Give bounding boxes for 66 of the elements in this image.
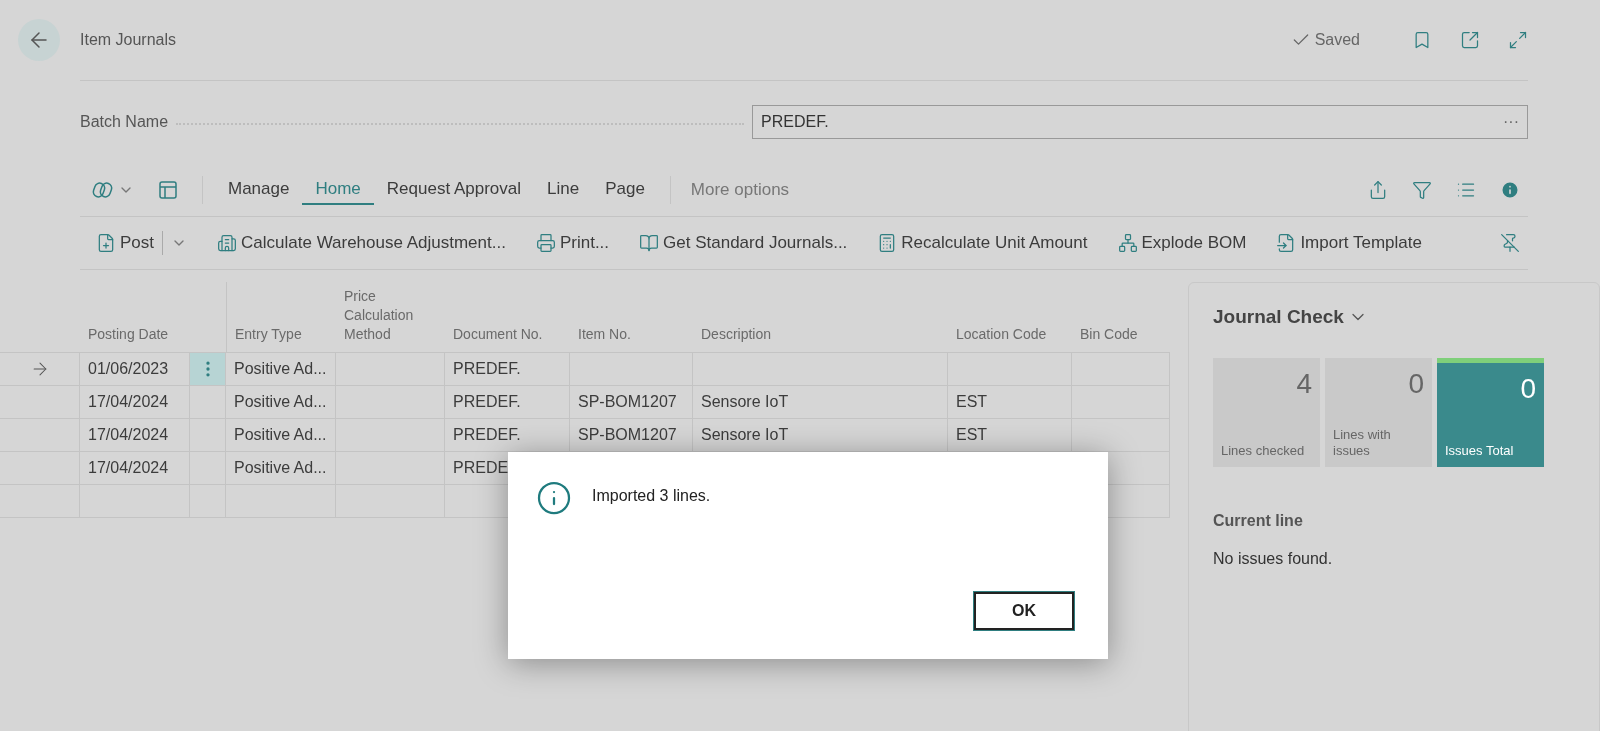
action-button[interactable]: Post (96, 230, 155, 256)
info-icon[interactable] (1500, 179, 1520, 200)
expand-icon[interactable] (1508, 30, 1528, 50)
column-header[interactable]: Posting Date (88, 325, 169, 344)
column-header[interactable]: Description (701, 325, 772, 344)
layout-icon[interactable] (158, 179, 178, 200)
post-icon (96, 233, 116, 253)
action-button[interactable]: Explode BOM (1117, 230, 1247, 256)
batch-name-label: Batch Name (80, 112, 169, 132)
tile-value: 4 (1295, 369, 1312, 398)
tile-label: Issues Total (1445, 442, 1515, 459)
table-cell: Sensore IoT (693, 386, 948, 419)
action-button[interactable]: Print... (535, 230, 610, 256)
back-button[interactable] (18, 19, 60, 61)
action-button[interactable]: Calculate Warehouse Adjustment... (217, 230, 506, 256)
table-cell: Positive Ad... (226, 353, 336, 386)
column-header[interactable]: Location Code (956, 325, 1047, 344)
column-header[interactable]: Price Calculation Method (344, 287, 437, 344)
table-cell: 17/04/2024 (80, 452, 190, 485)
column-header[interactable]: Bin Code (1080, 325, 1138, 344)
warehouse-icon (217, 233, 238, 253)
action-button[interactable]: Get Standard Journals... (639, 230, 848, 256)
ok-button[interactable]: OK (974, 592, 1074, 630)
saved-status: Saved (1314, 30, 1360, 50)
info-icon (536, 480, 572, 516)
table-cell: Positive Ad... (226, 452, 336, 485)
filter-icon[interactable] (1412, 179, 1432, 200)
current-line-title: Current line (1213, 510, 1304, 531)
dialog-message: Imported 3 lines. (592, 486, 711, 506)
copilot-icon[interactable] (92, 179, 114, 200)
column-header[interactable]: Document No. (453, 325, 543, 344)
nav-tab[interactable]: Line (534, 174, 593, 205)
table-cell: EST (948, 386, 1072, 419)
explode-icon (1117, 233, 1138, 253)
stat-tile[interactable]: 0 Lines with issues (1325, 357, 1432, 467)
row-menu-cell[interactable] (190, 386, 226, 419)
table-cell: PREDEF. (445, 353, 570, 386)
table-cell: 17/04/2024 (80, 419, 190, 452)
tile-label: Lines checked (1221, 442, 1306, 459)
batch-name-field[interactable]: PREDEF. ··· (752, 105, 1528, 139)
open-new-window-icon[interactable] (1460, 30, 1480, 50)
nav-tab[interactable]: Request Approval (373, 174, 534, 205)
table-cell: Positive Ad... (226, 386, 336, 419)
row-menu-cell[interactable] (190, 353, 226, 386)
table-cell: SP-BOM1207 (570, 386, 693, 419)
table-cell: Positive Ad... (226, 419, 336, 452)
share-icon[interactable] (1368, 179, 1388, 200)
table-cell: PREDEF. (445, 386, 570, 419)
print-icon (535, 233, 556, 253)
column-header[interactable]: Item No. (578, 325, 631, 344)
unpin-icon[interactable] (1500, 233, 1520, 253)
table-cell: 17/04/2024 (80, 386, 190, 419)
stat-tile[interactable]: 0 Issues Total (1437, 357, 1544, 467)
nav-tab[interactable]: Page (592, 174, 658, 205)
stat-tile[interactable]: 4 Lines checked (1213, 357, 1320, 467)
standard-icon (639, 233, 660, 253)
nav-tab[interactable]: Manage (215, 174, 303, 205)
tile-value: 0 (1407, 369, 1424, 398)
page-title: Item Journals (80, 30, 177, 50)
action-button[interactable]: Recalculate Unit Amount (877, 230, 1088, 256)
column-header[interactable]: Entry Type (235, 325, 302, 344)
action-button[interactable]: Import Template (1276, 230, 1422, 256)
current-line-text: No issues found. (1213, 548, 1334, 569)
journal-check-title[interactable]: Journal Check (1213, 303, 1344, 332)
tile-value: 0 (1519, 374, 1536, 403)
tile-label: Lines with issues (1333, 426, 1392, 459)
